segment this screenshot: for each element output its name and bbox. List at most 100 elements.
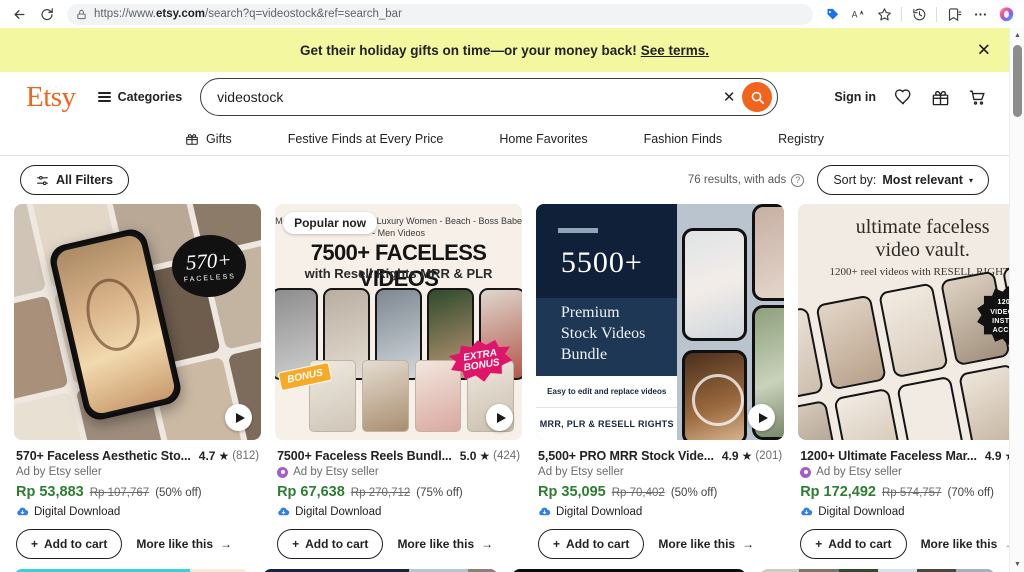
arrow-right-icon: → [742,537,755,551]
ad-label: Ad by Etsy seller [816,466,902,478]
product-artwork: 5500+ Premium Stock Videos Bundle Easy to … [536,204,785,440]
gift-icon[interactable] [931,88,950,107]
reload-icon[interactable] [34,3,60,25]
star-icon: ★ [479,449,491,463]
more-like-this-label: More like this [136,537,214,551]
more-like-this-link[interactable]: More like this → [397,537,493,551]
discount-label: (50% off) [670,487,718,499]
product-card[interactable]: Melanin - Luxury - Travel Luxury Women -… [275,204,523,559]
gift-icon [185,132,199,146]
ad-label: Ad by Etsy seller [293,466,379,478]
search-icon[interactable] [742,82,773,112]
ad-label: Ad by Etsy seller [538,466,624,478]
add-to-cart-label: Add to cart [828,537,892,551]
scroll-up-arrow-icon[interactable]: ▲ [1010,28,1024,43]
results-count: 76 results, with ads ? [687,173,805,187]
add-to-cart-button[interactable]: + Add to cart [800,529,907,559]
more-like-this-link[interactable]: More like this → [921,537,1017,551]
add-to-cart-button[interactable]: + Add to cart [538,529,645,559]
product-title[interactable]: 5,500+ PRO MRR Stock Vide... [538,449,714,463]
close-icon[interactable]: ✕ [977,42,991,59]
favorite-star-icon[interactable] [872,3,896,25]
all-filters-button[interactable]: All Filters [20,165,129,195]
original-price: Rp 270,712 [350,487,411,499]
sort-by-dropdown[interactable]: Sort by: Most relevant ▾ [817,165,989,195]
settings-more-icon[interactable] [968,3,992,25]
search-bar[interactable]: ✕ [200,78,779,116]
history-icon[interactable] [907,3,931,25]
sort-by-value: Most relevant [882,173,963,187]
collections-icon[interactable] [942,3,966,25]
sign-in-link[interactable]: Sign in [834,90,876,104]
hamburger-icon [97,92,111,102]
nav-item-fashion-finds[interactable]: Fashion Finds [616,132,751,146]
promo-text: Get their holiday gifts on time—or your … [299,42,637,58]
browser-viewport: Get their holiday gifts on time—or your … [0,28,1024,572]
copilot-icon[interactable] [994,3,1018,25]
product-card[interactable]: 5500+ Premium Stock Videos Bundle Easy to … [536,204,785,559]
more-like-this-label: More like this [920,537,998,551]
product-image[interactable]: 5500+ Premium Stock Videos Bundle Easy to … [536,204,785,440]
heart-icon[interactable] [894,88,913,107]
nav-item-festive-finds[interactable]: Festive Finds at Every Price [260,132,472,146]
etsy-logo[interactable]: Etsy [26,82,76,112]
clear-search-icon[interactable]: ✕ [716,84,742,110]
ad-label: Ad by Etsy seller [16,466,102,478]
search-input[interactable] [217,89,717,105]
discount-label: (70% off) [947,487,994,499]
card-actions: + Add to cart More like this → [277,529,520,559]
product-artwork: Melanin - Luxury - Travel Luxury Women -… [275,204,523,440]
delivery-label: Digital Download [818,505,905,518]
nav-item-gifts[interactable]: Gifts [157,132,260,146]
product-image[interactable]: 570+ FACELESS [14,204,262,440]
question-mark-icon[interactable]: ? [791,173,805,187]
artwork-number: 5500+ [560,246,643,280]
categories-button[interactable]: Categories [97,90,182,104]
star-icon: ★ [218,449,230,463]
cart-icon[interactable] [968,88,987,107]
address-bar[interactable]: https://www.etsy.com/search?q=videostock… [67,3,813,25]
play-icon[interactable] [748,404,776,431]
play-icon[interactable] [225,404,253,431]
star-seller-badge-icon [277,466,289,478]
scrollbar-thumb[interactable] [1013,45,1022,117]
title-row: 1200+ Ultimate Faceless Mar... 4.9 ★ (14… [800,449,1024,463]
toolbar-divider-2 [936,6,937,22]
review-count: (812) [232,450,260,462]
product-card[interactable]: 570+ FACELESS 570+ Faceless Aesthetic St… [14,204,262,559]
page-scrollbar[interactable]: ▲ ▼ [1009,28,1024,572]
product-title[interactable]: 1200+ Ultimate Faceless Mar... [800,449,977,463]
rating: 4.9 ★ (201) [722,449,782,463]
play-ring-decoration [692,373,745,426]
product-title[interactable]: 570+ Faceless Aesthetic Sto... [16,449,191,463]
price-row: Rp 172,492 Rp 574,757 (70% off) [800,484,1024,500]
badge-sub: FACELESS [183,272,237,283]
add-to-cart-button[interactable]: + Add to cart [16,529,123,559]
product-image[interactable]: Melanin - Luxury - Travel Luxury Women -… [275,204,523,440]
header-actions: Sign in [814,88,987,107]
nav-item-home-favorites[interactable]: Home Favorites [471,132,615,146]
shopping-tag-icon[interactable] [820,3,844,25]
scroll-down-arrow-icon[interactable]: ▼ [1010,557,1024,572]
add-to-cart-label: Add to cart [44,537,108,551]
product-card[interactable]: ultimate faceless video vault. 1200+ reel… [798,204,1024,559]
product-title[interactable]: 7500+ Faceless Reels Bundl... [277,449,452,463]
product-image[interactable]: ultimate faceless video vault. 1200+ reel… [798,204,1024,440]
add-to-cart-button[interactable]: + Add to cart [277,529,384,559]
play-icon[interactable] [486,404,514,431]
results-count-label: 76 results, with ads [687,174,787,186]
back-arrow-icon[interactable] [6,3,32,25]
read-aloud-icon[interactable]: A [846,3,870,25]
artwork-headline: ultimate faceless video vault. [855,216,990,262]
chevron-down-icon: ▾ [968,175,973,185]
arrow-right-icon: → [481,537,494,551]
see-terms-link[interactable]: See terms. [641,43,709,58]
delivery-row: Digital Download [538,505,782,518]
nav-item-registry[interactable]: Registry [750,132,852,146]
price-row: Rp 53,883 Rp 107,767 (50% off) [16,484,259,500]
more-like-this-link[interactable]: More like this → [136,537,232,551]
more-like-this-link[interactable]: More like this → [658,537,754,551]
nav-label: Gifts [206,131,232,146]
ad-label-row: Ad by Etsy seller [800,466,1024,478]
star-seller-badge-icon [800,466,812,478]
